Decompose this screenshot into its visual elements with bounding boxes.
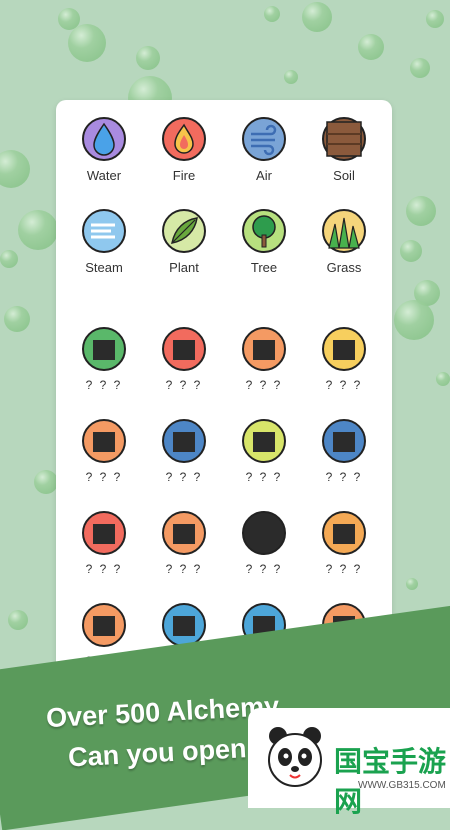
element-label: ? ? ? xyxy=(85,470,123,484)
element-label: ? ? ? xyxy=(165,562,203,576)
unknown-element-9-icon xyxy=(82,511,126,555)
element-label: Soil xyxy=(333,168,355,183)
element-item-locked[interactable]: ? ? ? xyxy=(144,510,224,576)
bubble-decoration xyxy=(406,196,436,226)
unknown-element-6-icon xyxy=(162,419,206,463)
watermark-logo: 国宝手游网 WWW.GB315.COM xyxy=(248,708,450,817)
bubble-decoration xyxy=(4,306,30,332)
air-icon xyxy=(242,117,286,161)
element-label: ? ? ? xyxy=(325,378,363,392)
bubble-decoration xyxy=(426,10,444,28)
element-item-locked[interactable]: ? ? ? xyxy=(224,418,304,484)
element-label: ? ? ? xyxy=(245,562,283,576)
unknown-element-12-icon xyxy=(322,511,366,555)
bubble-decoration xyxy=(18,210,58,250)
element-label: ? ? ? xyxy=(245,470,283,484)
element-label: ? ? ? xyxy=(85,378,123,392)
element-item-locked[interactable]: ? ? ? xyxy=(64,326,144,392)
unknown-element-8-icon xyxy=(322,419,366,463)
element-label: Air xyxy=(256,168,272,183)
bubble-decoration xyxy=(302,2,332,32)
unknown-element-5-icon xyxy=(82,419,126,463)
water-drop-icon xyxy=(82,117,126,161)
bubble-decoration xyxy=(68,24,106,62)
leaf-icon xyxy=(162,209,206,253)
tree-icon xyxy=(242,209,286,253)
element-item-grass[interactable]: Grass xyxy=(304,208,384,275)
element-item-locked[interactable]: ? ? ? xyxy=(304,418,384,484)
unknown-element-3-icon xyxy=(242,327,286,371)
elements-grid: Water Fire Air Soil Steam Plant Tree Grass ? ? ?… xyxy=(56,100,392,700)
bubble-decoration xyxy=(358,34,384,60)
element-item-locked[interactable]: ? ? ? xyxy=(224,326,304,392)
element-item-water[interactable]: Water xyxy=(64,116,144,183)
bubble-decoration xyxy=(406,578,418,590)
unknown-element-1-icon xyxy=(82,327,126,371)
bubble-decoration xyxy=(8,610,28,630)
fire-icon xyxy=(162,117,206,161)
element-label: Plant xyxy=(169,260,199,275)
element-label: ? ? ? xyxy=(165,378,203,392)
unknown-element-7-icon xyxy=(242,419,286,463)
element-item-locked[interactable]: ? ? ? xyxy=(304,326,384,392)
element-item-locked[interactable]: ? ? ? xyxy=(144,326,224,392)
bubble-decoration xyxy=(0,250,18,268)
element-label: Water xyxy=(86,168,122,183)
unknown-element-4-icon xyxy=(322,327,366,371)
element-item-locked[interactable]: ? ? ? xyxy=(304,510,384,576)
element-label: ? ? ? xyxy=(165,470,203,484)
bubble-decoration xyxy=(400,240,422,262)
element-label: ? ? ? xyxy=(325,562,363,576)
element-item-soil[interactable]: Soil xyxy=(304,116,384,183)
unknown-element-2-icon xyxy=(162,327,206,371)
promo-banner-text: Over 500 Alchemy Can you open xyxy=(40,691,279,773)
bubble-decoration xyxy=(394,300,434,340)
soil-icon xyxy=(322,117,366,161)
steam-icon xyxy=(82,209,126,253)
element-label: ? ? ? xyxy=(85,562,123,576)
element-item-locked[interactable]: ? ? ? xyxy=(224,510,304,576)
element-item-fire[interactable]: Fire xyxy=(144,116,224,183)
element-label: Grass xyxy=(326,260,362,275)
grass-icon xyxy=(322,209,366,253)
element-item-locked[interactable]: ? ? ? xyxy=(64,510,144,576)
elements-card: Water Fire Air Soil Steam Plant Tree Grass ? ? ?… xyxy=(56,100,392,700)
element-item-air[interactable]: Air xyxy=(224,116,304,183)
logo-url: WWW.GB315.COM xyxy=(358,780,446,791)
bubble-decoration xyxy=(136,46,160,70)
element-label: Fire xyxy=(172,168,196,183)
element-item-steam[interactable]: Steam xyxy=(64,208,144,275)
bubble-decoration xyxy=(34,470,58,494)
element-item-locked[interactable]: ? ? ? xyxy=(64,418,144,484)
bubble-decoration xyxy=(284,70,298,84)
bubble-decoration xyxy=(0,150,30,188)
panda-icon xyxy=(268,727,322,787)
unknown-element-11-icon xyxy=(242,511,286,555)
unknown-element-13-icon xyxy=(82,603,126,647)
bubble-decoration xyxy=(436,372,450,386)
element-label: ? ? ? xyxy=(245,378,283,392)
element-item-locked[interactable]: ? ? ? xyxy=(144,418,224,484)
element-label: Tree xyxy=(250,260,278,275)
element-label: ? ? ? xyxy=(325,470,363,484)
bubble-decoration xyxy=(410,58,430,78)
element-item-tree[interactable]: Tree xyxy=(224,208,304,275)
element-item-plant[interactable]: Plant xyxy=(144,208,224,275)
unknown-element-10-icon xyxy=(162,511,206,555)
element-label: Steam xyxy=(85,260,123,275)
bubble-decoration xyxy=(264,6,280,22)
